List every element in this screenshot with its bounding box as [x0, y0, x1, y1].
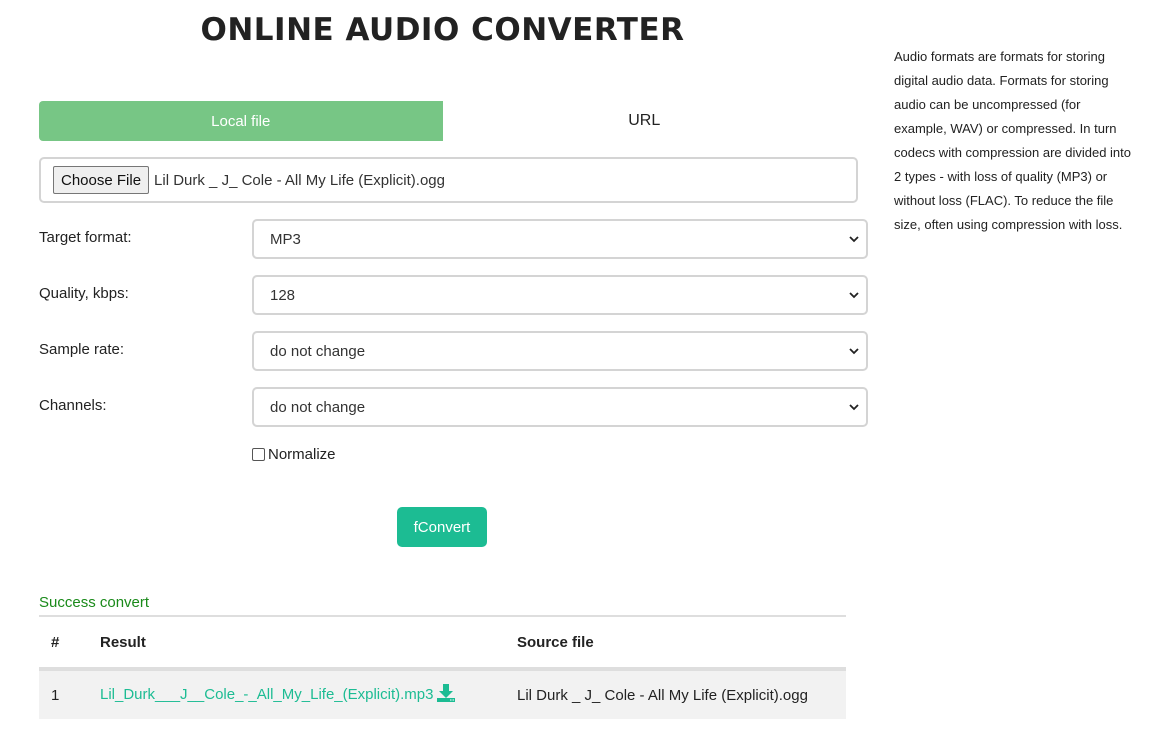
source-file-cell: Lil Durk _ J_ Cole - All My Life (Explic…	[517, 669, 846, 719]
channels-label: Channels:	[39, 397, 107, 414]
sample-rate-select[interactable]: do not change	[252, 331, 868, 371]
source-tabs: Local file URL	[39, 101, 846, 141]
download-icon[interactable]	[436, 683, 456, 707]
tab-url[interactable]: URL	[442, 101, 846, 141]
results-table: # Result Source file 1 Lil_Durk___J__Col…	[39, 615, 846, 719]
result-file-link[interactable]: Lil_Durk___J__Cole_-_All_My_Life_(Explic…	[100, 686, 434, 703]
choose-file-button[interactable]: Choose File	[53, 166, 150, 194]
quality-value: 128	[270, 286, 296, 304]
table-header-row: # Result Source file	[39, 615, 846, 671]
target-format-label: Target format:	[39, 229, 132, 246]
table-row: 1 Lil_Durk___J__Cole_-_All_My_Life_(Expl…	[39, 669, 846, 719]
quality-select[interactable]: 128	[252, 275, 868, 315]
normalize-label: Normalize	[268, 446, 336, 463]
page-title: ONLINE AUDIO CONVERTER	[200, 12, 685, 48]
sample-rate-label: Sample rate:	[39, 341, 125, 358]
channels-value: do not change	[270, 398, 366, 416]
target-format-value: MP3	[270, 230, 301, 248]
normalize-checkbox[interactable]	[252, 448, 265, 461]
sample-rate-value: do not change	[270, 342, 366, 360]
column-header-result: Result	[100, 615, 517, 671]
tab-local-file[interactable]: Local file	[39, 101, 443, 141]
success-status: Success convert	[39, 594, 150, 611]
file-input: Choose File Lil Durk _ J_ Cole - All My …	[39, 157, 858, 203]
chevron-down-icon	[848, 289, 860, 301]
normalize-option: Normalize	[252, 446, 336, 463]
convert-button[interactable]: fConvert	[397, 507, 487, 547]
channels-select[interactable]: do not change	[252, 387, 868, 427]
chevron-down-icon	[848, 401, 860, 413]
column-header-source: Source file	[517, 615, 846, 671]
chevron-down-icon	[848, 233, 860, 245]
row-number: 1	[39, 669, 100, 719]
format-description: Audio formats are formats for storing di…	[894, 49, 1132, 232]
column-header-number: #	[39, 615, 100, 671]
target-format-select[interactable]: MP3	[252, 219, 868, 259]
chevron-down-icon	[848, 345, 860, 357]
result-cell: Lil_Durk___J__Cole_-_All_My_Life_(Explic…	[100, 669, 517, 719]
quality-label: Quality, kbps:	[39, 285, 129, 302]
selected-file-name: Lil Durk _ J_ Cole - All My Life (Explic…	[154, 171, 445, 189]
